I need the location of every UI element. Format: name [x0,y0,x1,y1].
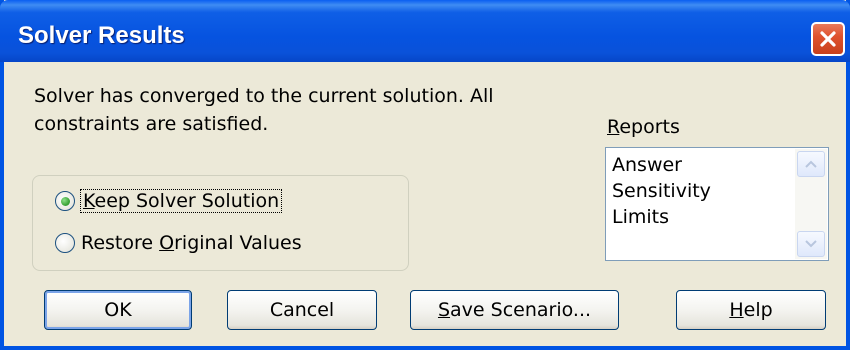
keep-solution-label: Keep Solver Solution [79,189,283,213]
reports-scrollbar[interactable] [795,149,827,259]
radio-selected-dot [60,196,70,206]
solver-results-dialog: Solver Results Solver has converged to t… [0,0,850,350]
scroll-up-button[interactable] [797,151,825,177]
report-item-limits[interactable]: Limits [612,206,669,228]
status-message-line1: Solver has converged to the current solu… [34,85,494,107]
help-button[interactable]: Help [676,290,826,330]
reports-label: Reports [607,116,680,138]
restore-values-radio[interactable] [55,233,75,253]
reports-listbox[interactable]: Answer Sensitivity Limits [605,147,829,261]
solution-options-group: Keep Solver Solution Restore Original Va… [32,175,409,271]
status-message-line2: constraints are satisfied. [34,113,269,135]
chevron-down-icon [805,240,817,248]
keep-solver-solution-option[interactable]: Keep Solver Solution [55,189,283,213]
close-icon [820,31,836,47]
chevron-up-icon [805,160,817,168]
save-scenario-button[interactable]: Save Scenario... [410,290,619,330]
restore-values-label: Restore Original Values [81,232,302,254]
restore-original-values-option[interactable]: Restore Original Values [55,232,302,254]
scroll-down-button[interactable] [797,231,825,257]
close-button[interactable] [811,22,845,56]
report-item-sensitivity[interactable]: Sensitivity [612,180,711,202]
keep-solution-radio[interactable] [55,191,75,211]
reports-label-rest: eports [619,116,680,138]
cancel-button[interactable]: Cancel [227,290,377,330]
ok-button[interactable]: OK [44,290,192,330]
dialog-title: Solver Results [18,22,185,49]
title-bar[interactable]: Solver Results [0,0,850,62]
report-item-answer[interactable]: Answer [612,154,682,176]
status-message: Solver has converged to the current solu… [34,82,554,138]
reports-label-accel: R [607,116,620,138]
